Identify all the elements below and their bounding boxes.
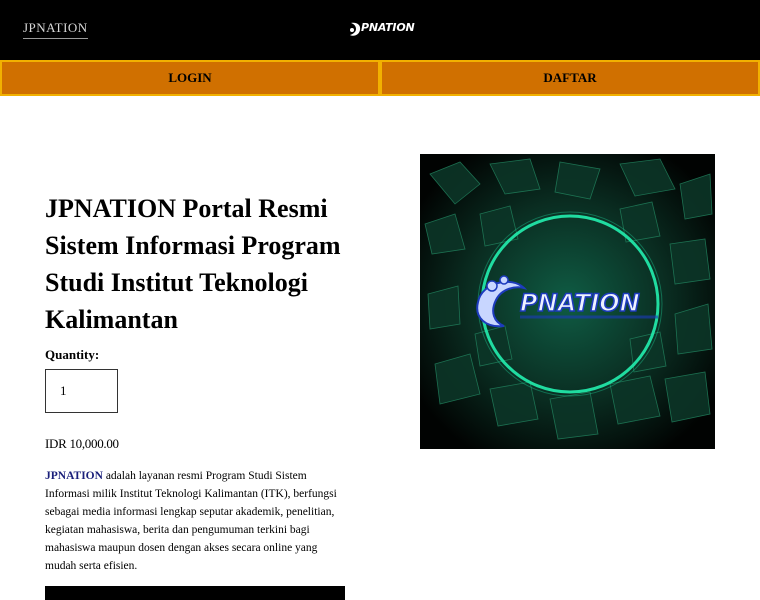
add-to-cart-button[interactable] — [45, 586, 345, 600]
login-button[interactable]: LOGIN — [0, 60, 380, 96]
jpnation-logo-icon — [350, 22, 361, 36]
jpnation-logo[interactable]: PNATION — [348, 19, 416, 41]
hero-image: PNATION — [420, 154, 715, 449]
quantity-input[interactable] — [45, 369, 118, 413]
brand-text-link[interactable]: JPNATION — [23, 20, 88, 39]
hero-graphic: PNATION — [420, 154, 715, 449]
top-header: JPNATION PNATION — [0, 0, 760, 60]
product-price: IDR 10,000.00 — [45, 436, 119, 451]
description-brand-link[interactable]: JPNATION — [45, 470, 103, 482]
product-title: JPNATION Portal Resmi Sistem Informasi P… — [45, 194, 341, 334]
description-text: adalah layanan resmi Program Studi Siste… — [45, 470, 337, 572]
daftar-button[interactable]: DAFTAR — [380, 60, 760, 96]
logo-text: PNATION — [361, 21, 415, 34]
hero-logo-text: PNATION — [520, 289, 640, 317]
product-description: JPNATION adalah layanan resmi Program St… — [45, 467, 345, 575]
quantity-label: Quantity: — [45, 347, 100, 362]
auth-nav: LOGIN DAFTAR — [0, 60, 760, 96]
